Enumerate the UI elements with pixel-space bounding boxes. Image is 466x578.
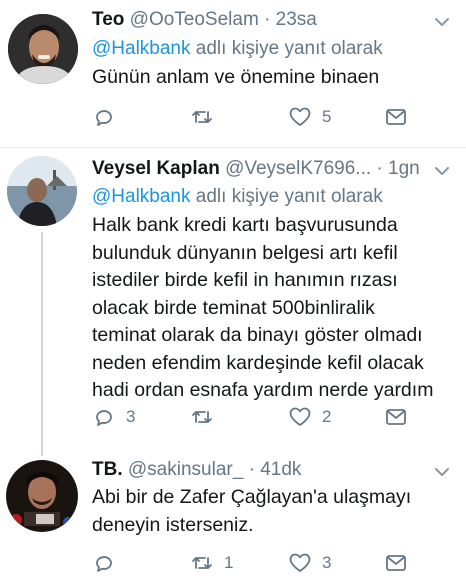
tweet-teo[interactable]: Teo @OoTeoSelam · 23sa @Halkbank adlı ki… [0,0,466,146]
retweet-count: 1 [224,553,234,572]
tweet-tb[interactable]: TB. @sakinsular_ · 41dk Abi bir de Zafer… [0,450,466,572]
tweet-text-line: Abi bir de Zafer Çağlayan'a ulaşmayı [92,486,412,508]
tweet-text-line: deneyin isterseniz. [92,513,254,536]
separator-dot: · [264,9,271,30]
tweet-text: Abi bir de Zafer Çağlayan'a ulaşmayı den… [92,484,411,539]
mail-icon [384,551,408,575]
tweet-header: Teo @OoTeoSelam · 23sa [92,8,317,32]
reply-button[interactable]: 3 [92,402,135,432]
display-name[interactable]: Veysel Kaplan [92,158,220,179]
tweet-text-line: Halk bank kredi kartı başvurusunda [92,214,398,236]
replying-to-text: adlı kişiye yanıt olarak [190,38,383,59]
tweet-actions: 3 2 [92,402,432,432]
chevron-down-icon[interactable] [432,12,452,32]
display-name[interactable]: Teo [92,9,124,30]
tweet-text-line: teminat olarak da binayı göster olmadı [92,324,423,346]
reply-icon [92,405,116,429]
tweet-text-line: istediler birde kefil in hanımın rızası [92,269,398,291]
tweet-actions: 5 [92,102,432,132]
heart-icon [288,105,312,129]
reply-button[interactable] [92,102,126,132]
timestamp[interactable]: 23sa [276,9,317,30]
tweet-actions: 1 3 [92,548,432,578]
tweet-header: TB. @sakinsular_ · 41dk [92,458,301,482]
display-name[interactable]: TB. [92,459,123,480]
avatar[interactable] [7,156,77,226]
tweet-text-line: hadi ordan esnafa yardım nerde yardım [92,379,434,401]
dm-button[interactable] [384,402,408,432]
retweet-icon [190,405,214,429]
avatar[interactable] [6,460,78,532]
reply-count: 3 [126,407,136,426]
tweet-text: Günün anlam ve önemine binaen [92,64,379,92]
tweet-text-line: olacak birde teminat 500binliralik [92,296,375,319]
like-button[interactable]: 3 [288,548,331,578]
retweet-button[interactable] [190,102,224,132]
tweet-veysel[interactable]: Veysel Kaplan @VeyselK7696... · 1gn @Hal… [0,148,466,456]
mention-link[interactable]: @Halkbank [92,38,191,59]
tweet-text-line: neden efendim kardeşinde kefil olacak [92,351,424,374]
retweet-icon [190,551,214,575]
dm-button[interactable] [384,548,408,578]
tweet-text-line: bulunduk dünyanın belgesi artı kefil [92,241,398,264]
thread-connector [41,232,43,456]
separator-dot: · [376,158,383,179]
avatar[interactable] [8,14,78,84]
user-handle[interactable]: @VeyselK7696... [225,158,371,179]
replying-to-text: adlı kişiye yanıt olarak [190,186,383,207]
like-count: 5 [322,107,332,126]
mention-link[interactable]: @Halkbank [92,186,191,207]
tweet-header: Veysel Kaplan @VeyselK7696... · 1gn [92,157,420,181]
chevron-down-icon[interactable] [432,161,452,181]
replying-to: @Halkbank adlı kişiye yanıt olarak [92,37,383,61]
dm-button[interactable] [384,102,408,132]
retweet-button[interactable]: 1 [190,548,233,578]
tweet-text-line: Günün anlam ve önemine binaen [92,66,380,88]
like-count: 3 [322,553,332,572]
timestamp[interactable]: 1gn [388,158,420,179]
heart-icon [288,551,312,575]
heart-icon [288,405,312,429]
tweet-text: Halk bank kredi kartı başvurusunda bulun… [92,212,433,405]
user-handle[interactable]: @OoTeoSelam [130,9,259,30]
like-count: 2 [322,407,332,426]
chevron-down-icon[interactable] [432,462,452,482]
mail-icon [384,405,408,429]
retweet-button[interactable] [190,402,224,432]
reply-icon [92,551,116,575]
like-button[interactable]: 5 [288,102,331,132]
separator-dot: · [248,459,255,480]
retweet-icon [190,105,214,129]
timestamp[interactable]: 41dk [260,459,301,480]
user-handle[interactable]: @sakinsular_ [128,459,243,480]
replying-to: @Halkbank adlı kişiye yanıt olarak [92,185,383,209]
mail-icon [384,105,408,129]
reply-button[interactable] [92,548,126,578]
like-button[interactable]: 2 [288,402,331,432]
reply-icon [92,105,116,129]
